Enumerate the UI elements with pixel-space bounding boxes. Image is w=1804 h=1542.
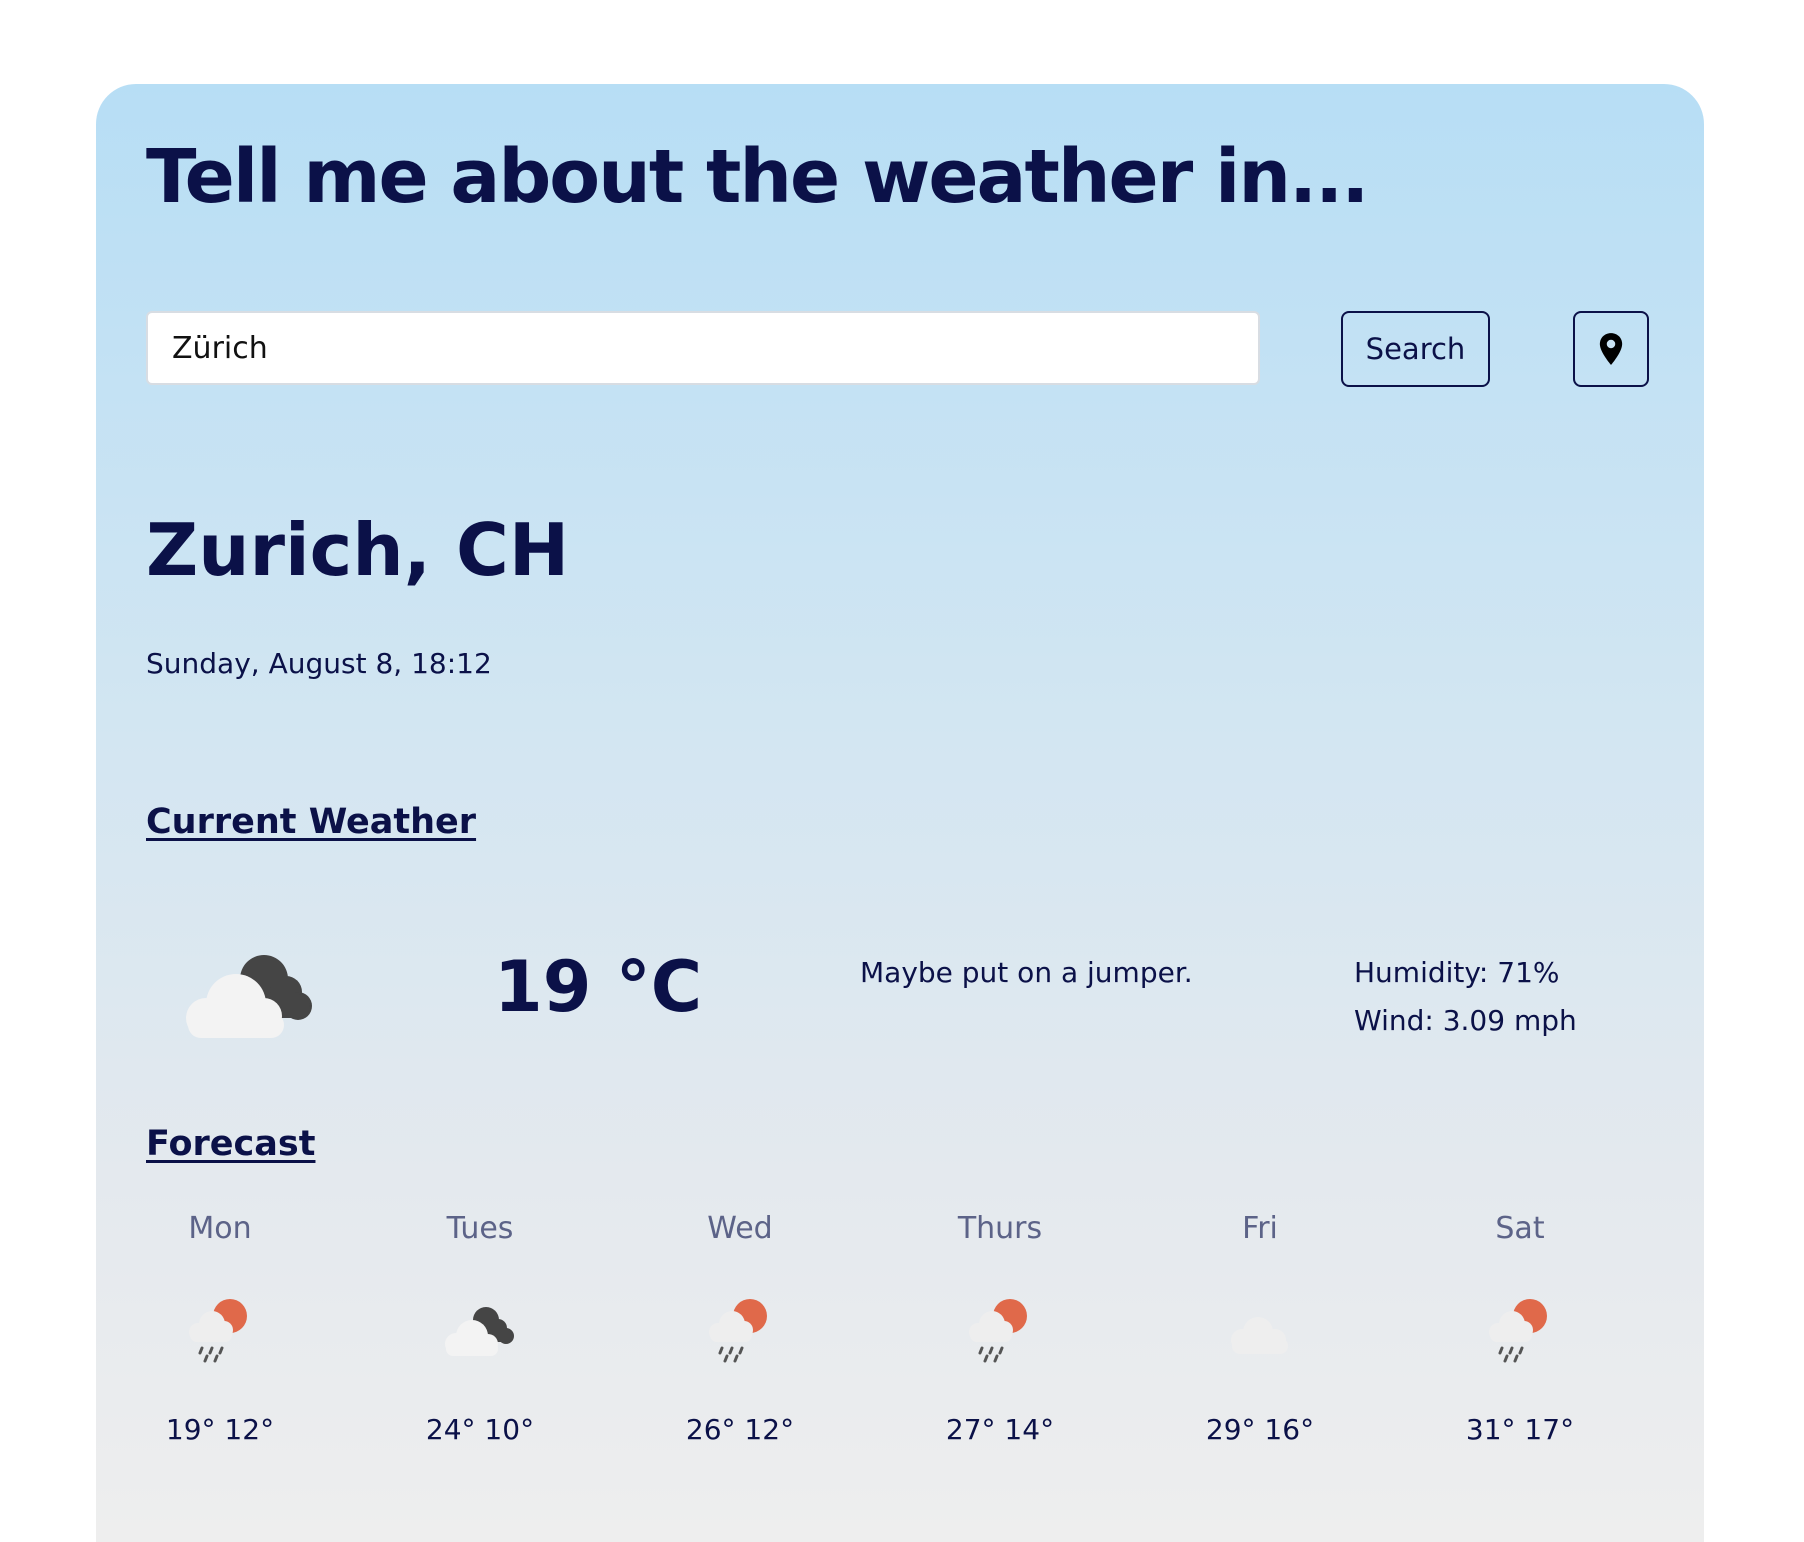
forecast-temperatures: 31° 17° <box>1465 1413 1575 1446</box>
search-input[interactable] <box>146 311 1260 385</box>
page-title: Tell me about the weather in... <box>146 134 1369 220</box>
cloudy-icon <box>445 1307 514 1356</box>
forecast-heading: Forecast <box>146 1124 316 1164</box>
date-time: Sunday, August 8, 18:12 <box>146 647 492 680</box>
rain-sun-icon <box>189 1299 247 1363</box>
forecast-temperatures: 27° 14° <box>945 1413 1055 1446</box>
forecast-day-name: Mon <box>188 1211 252 1246</box>
cloudy-icon <box>186 955 312 1038</box>
forecast-day: Fri 29° 16° <box>1160 1214 1360 1444</box>
forecast-day-name: Wed <box>707 1211 773 1246</box>
search-button[interactable]: Search <box>1341 311 1490 387</box>
forecast-temperatures: 26° 12° <box>685 1413 795 1446</box>
city-name: Zurich, CH <box>146 508 570 592</box>
forecast-day: Wed 26° 12° <box>640 1214 840 1444</box>
rain-sun-icon <box>969 1299 1027 1363</box>
clothing-advice: Maybe put on a jumper. <box>860 956 1193 989</box>
forecast-day-name: Thurs <box>957 1211 1043 1246</box>
rain-sun-icon <box>709 1299 767 1363</box>
current-weather-heading: Current Weather <box>146 802 477 842</box>
map-pin-icon <box>1599 333 1623 365</box>
forecast-day-name: Sat <box>1495 1211 1545 1246</box>
forecast-temperatures: 19° 12° <box>165 1413 275 1446</box>
forecast-day-name: Tues <box>446 1211 514 1246</box>
forecast-temperatures: 24° 10° <box>425 1413 535 1446</box>
wind-value: Wind: 3.09 mph <box>1354 1004 1577 1037</box>
forecast-day: Thurs 27° 14° <box>900 1214 1100 1444</box>
forecast-day: Sat 31° 17° <box>1420 1214 1620 1444</box>
cloud-icon <box>1231 1317 1288 1354</box>
forecast-day-name: Fri <box>1242 1211 1278 1246</box>
current-location-button[interactable] <box>1573 311 1649 387</box>
humidity-value: Humidity: 71% <box>1354 956 1560 989</box>
forecast-day: Tues 24° 10° <box>380 1214 580 1444</box>
forecast-temperatures: 29° 16° <box>1205 1413 1315 1446</box>
forecast-day: Mon 19° 12° <box>120 1214 320 1444</box>
weather-card: Tell me about the weather in... Search Z… <box>96 84 1704 1542</box>
current-temperature: 19 °C <box>494 946 703 1028</box>
rain-sun-icon <box>1489 1299 1547 1363</box>
